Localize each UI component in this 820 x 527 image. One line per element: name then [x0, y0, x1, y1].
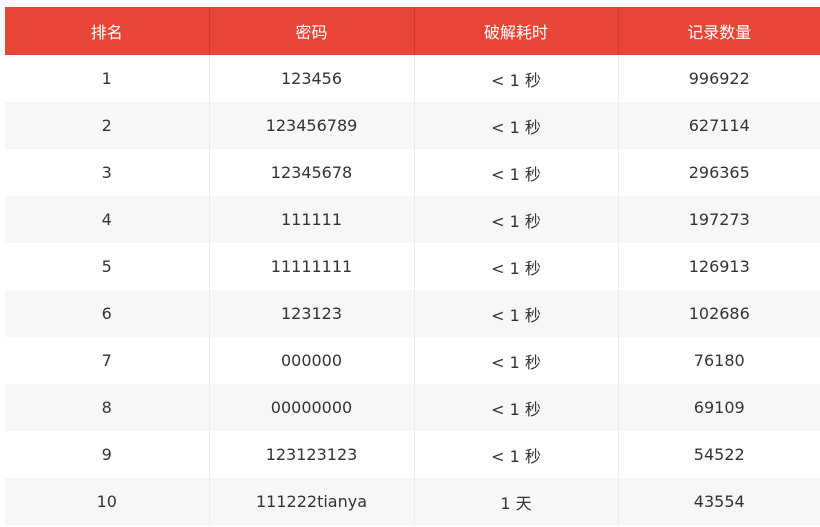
cell-rank: 6 — [5, 290, 210, 337]
cell-record-count: 996922 — [618, 55, 820, 102]
table-row: 4 111111 < 1 秒 197273 — [5, 196, 820, 243]
table-row: 10 111222tianya 1 天 43554 — [5, 478, 820, 525]
cell-password: 00000000 — [209, 384, 415, 431]
header-record-count: 记录数量 — [618, 7, 820, 55]
cell-crack-time: < 1 秒 — [414, 196, 619, 243]
cell-crack-time: < 1 秒 — [414, 149, 619, 196]
cell-crack-time: < 1 秒 — [414, 384, 619, 431]
cell-crack-time: < 1 秒 — [414, 431, 619, 478]
cell-rank: 4 — [5, 196, 210, 243]
cell-rank: 2 — [5, 102, 210, 149]
table-row: 3 12345678 < 1 秒 296365 — [5, 149, 820, 196]
cell-crack-time: < 1 秒 — [414, 290, 619, 337]
cell-record-count: 43554 — [618, 478, 820, 525]
cell-password: 111111 — [209, 196, 415, 243]
cell-rank: 7 — [5, 337, 210, 384]
cell-rank: 3 — [5, 149, 210, 196]
cell-rank: 9 — [5, 431, 210, 478]
cell-record-count: 102686 — [618, 290, 820, 337]
cell-record-count: 54522 — [618, 431, 820, 478]
cell-rank: 10 — [5, 478, 210, 525]
table-row: 9 123123123 < 1 秒 54522 — [5, 431, 820, 478]
cell-record-count: 627114 — [618, 102, 820, 149]
cell-crack-time: < 1 秒 — [414, 102, 619, 149]
table-row: 2 123456789 < 1 秒 627114 — [5, 102, 820, 149]
table-row: 8 00000000 < 1 秒 69109 — [5, 384, 820, 431]
cell-crack-time: < 1 秒 — [414, 337, 619, 384]
header-crack-time: 破解耗时 — [414, 7, 619, 55]
cell-password: 123123123 — [209, 431, 415, 478]
password-ranking-table: 排名 密码 破解耗时 记录数量 1 123456 < 1 秒 996922 2 … — [5, 7, 820, 525]
cell-rank: 1 — [5, 55, 210, 102]
table-body: 1 123456 < 1 秒 996922 2 123456789 < 1 秒 … — [5, 55, 820, 525]
table-row: 7 000000 < 1 秒 76180 — [5, 337, 820, 384]
cell-password: 123123 — [209, 290, 415, 337]
cell-record-count: 296365 — [618, 149, 820, 196]
cell-rank: 8 — [5, 384, 210, 431]
cell-password: 11111111 — [209, 243, 415, 290]
cell-record-count: 197273 — [618, 196, 820, 243]
cell-record-count: 126913 — [618, 243, 820, 290]
table-row: 5 11111111 < 1 秒 126913 — [5, 243, 820, 290]
header-row: 排名 密码 破解耗时 记录数量 — [5, 7, 820, 55]
table-row: 6 123123 < 1 秒 102686 — [5, 290, 820, 337]
cell-crack-time: 1 天 — [414, 478, 619, 525]
table-header: 排名 密码 破解耗时 记录数量 — [5, 7, 820, 55]
cell-password: 000000 — [209, 337, 415, 384]
cell-password: 111222tianya — [209, 478, 415, 525]
cell-crack-time: < 1 秒 — [414, 243, 619, 290]
cell-password: 123456789 — [209, 102, 415, 149]
password-ranking-table-container: 排名 密码 破解耗时 记录数量 1 123456 < 1 秒 996922 2 … — [5, 7, 820, 525]
cell-password: 12345678 — [209, 149, 415, 196]
cell-record-count: 69109 — [618, 384, 820, 431]
header-rank: 排名 — [5, 7, 210, 55]
cell-password: 123456 — [209, 55, 415, 102]
header-password: 密码 — [209, 7, 415, 55]
cell-record-count: 76180 — [618, 337, 820, 384]
table-row: 1 123456 < 1 秒 996922 — [5, 55, 820, 102]
cell-rank: 5 — [5, 243, 210, 290]
cell-crack-time: < 1 秒 — [414, 55, 619, 102]
